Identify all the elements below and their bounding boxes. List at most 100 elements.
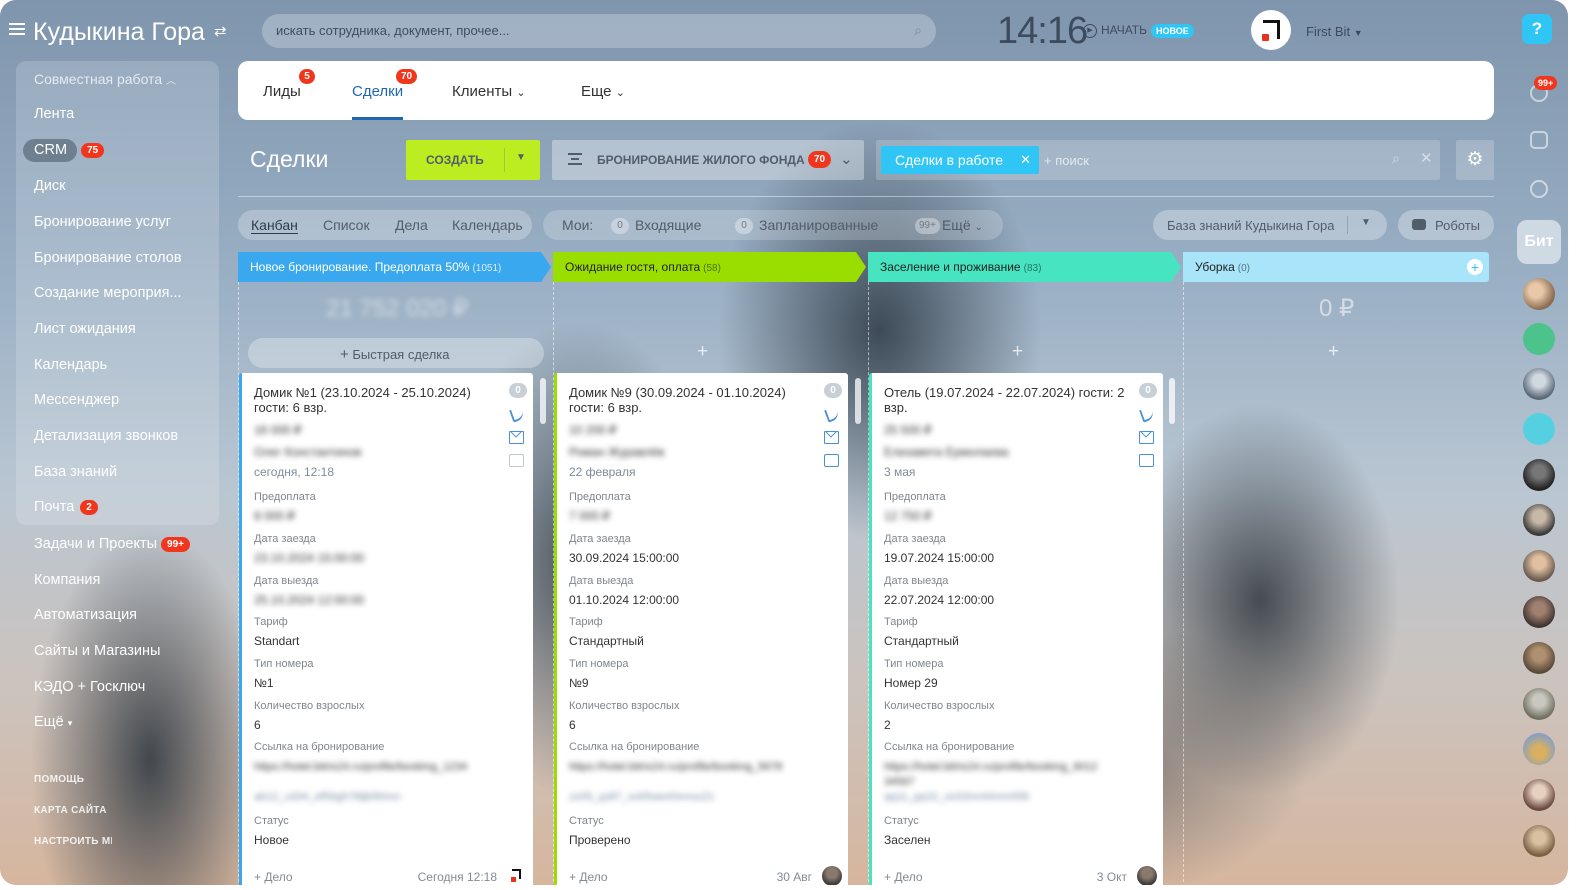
menu-item-kedo[interactable]: КЭДО + Госключ [34,679,149,695]
search-icon[interactable] [1530,180,1548,198]
counter-planned[interactable]: 0 Запланированные [735,217,878,235]
chat-icon[interactable] [824,454,839,467]
menu-item-feed[interactable]: Лента [34,106,74,122]
add-deal-icon[interactable]: + [697,341,708,363]
stage-cleaning[interactable]: Уборка (0) + [1183,252,1489,282]
chat-icon[interactable] [1530,131,1548,149]
deal-title[interactable]: Домик №1 (23.10.2024 - 25.10.2024) гости… [254,385,498,415]
menu-item-tasks[interactable]: Задачи и Проекты 99+ [34,536,190,552]
menu-item-automation[interactable]: Автоматизация [34,607,137,623]
view-activities[interactable]: Дела [395,217,428,233]
contact-avatar[interactable] [1523,459,1555,491]
phone-icon[interactable] [509,408,524,421]
chat-icon[interactable] [1139,454,1154,467]
stage-checkin[interactable]: Заселение и проживание (83) [868,252,1181,282]
column-scrollbar[interactable] [1169,378,1175,424]
user-menu[interactable]: First Bit ▼ [1306,24,1363,39]
menu-section-collab[interactable]: Совместная работа ︿ [34,71,176,87]
mail-icon[interactable] [1139,431,1154,444]
clear-icon[interactable]: ✕ [1420,149,1433,167]
create-button[interactable]: СОЗДАТЬ ▼ [406,140,540,180]
responsible-avatar[interactable] [1137,866,1157,885]
contact-avatar[interactable] [1523,550,1555,582]
responsible-avatar[interactable] [507,866,527,885]
filter-search-input[interactable]: + поиск [1044,153,1089,168]
menu-item-knowledge-base[interactable]: База знаний [34,464,117,480]
tab-deals[interactable]: Сделки 70 [352,69,418,100]
add-task-link[interactable]: + Дело [569,870,608,884]
contact-avatar[interactable] [1523,779,1555,811]
search-icon[interactable]: ⌕ [1392,150,1400,167]
deal-card[interactable]: Отель (19.07.2024 - 22.07.2024) гости: 2… [869,373,1163,885]
counter-more[interactable]: 99+ Ещё ⌄ [915,217,983,235]
stage-awaiting-guest[interactable]: Ожидание гостя, оплата (58) [553,252,866,282]
menu-item-calendar[interactable]: Календарь [34,357,107,373]
add-task-link[interactable]: + Дело [884,870,923,884]
portal-name[interactable]: Кудыкина Гора [33,18,205,47]
phone-icon[interactable] [824,408,839,421]
column-scrollbar[interactable] [855,378,861,424]
menu-item-company[interactable]: Компания [34,572,100,588]
chevron-down-icon[interactable]: ▼ [1361,217,1371,228]
tab-more[interactable]: Еще ⌄ [581,83,625,100]
help-button[interactable]: ? [1522,14,1552,44]
contact-avatar[interactable] [1523,504,1555,536]
menu-item-waitlist[interactable]: Лист ожидания [34,321,136,337]
menu-burger-icon[interactable] [9,23,25,35]
menu-item-disk[interactable]: Диск [34,178,66,194]
responsible-avatar[interactable] [822,866,842,885]
filter-search-box[interactable]: Сделки в работе ✕ + поиск ⌕ ✕ [876,140,1440,180]
mail-icon[interactable] [824,431,839,444]
company-logo-avatar[interactable] [1251,10,1291,50]
search-icon[interactable]: ⌕ [914,22,922,39]
robots-button[interactable]: Роботы [1398,210,1494,240]
messages-icon[interactable] [1523,413,1555,445]
configure-menu-link[interactable]: НАСТРОИТЬ МЕНЮ [34,836,112,847]
column-scrollbar[interactable] [540,378,546,424]
tab-leads[interactable]: Лиды 5 [263,69,315,100]
counter-inbox[interactable]: 0 Входящие [611,217,701,235]
booking-link-hidden[interactable]: zz09_yy87_xx65ww43vvuu21 [569,791,715,803]
filter-chip[interactable]: Сделки в работе ✕ [881,146,1040,174]
mail-icon[interactable] [509,431,524,444]
help-link[interactable]: ПОМОЩЬ [34,774,84,785]
knowledge-base-selector[interactable]: База знаний Кудыкина Гора ▼ [1153,210,1387,240]
contact-avatar[interactable] [1523,278,1555,310]
view-list[interactable]: Список [323,217,370,233]
menu-item-crm[interactable]: CRM 75 [34,142,105,158]
contact-avatar[interactable] [1523,688,1555,720]
contact-avatar[interactable] [1523,733,1555,765]
contact-avatar[interactable] [1523,596,1555,628]
sitemap-link[interactable]: КАРТА САЙТА [34,805,107,816]
menu-item-service-booking[interactable]: Бронирование услуг [34,214,171,230]
booking-link-hidden[interactable]: https://hotel.bitrix24.ru/profile/bookin… [569,761,782,773]
start-workday-button[interactable]: ▶ НАЧАТЬ НОВОЕ [1083,23,1194,38]
quick-deal-button[interactable]: + Быстрая сделка [248,338,544,368]
bit-app-icon[interactable]: Бит [1517,220,1561,264]
booking-link-hidden[interactable]: https://hotel.bitrix24.ru/profile/bookin… [884,761,1097,773]
swap-icon[interactable]: ⇄ [214,22,227,40]
contact-avatar[interactable] [1523,368,1555,400]
chevron-down-icon[interactable]: ▼ [516,152,526,163]
add-stage-icon[interactable]: + [1467,259,1483,275]
menu-item-create-event[interactable]: Создание мероприя... [34,285,182,301]
booking-link-hidden[interactable]: https://hotel.bitrix24.ru/profile/bookin… [254,761,467,773]
client-link-hidden[interactable]: Олег Константинов [254,445,361,459]
deal-card[interactable]: Домик №9 (30.09.2024 - 01.10.2024) гости… [554,373,848,885]
view-calendar[interactable]: Календарь [452,217,523,233]
contact-avatar[interactable] [1523,825,1555,857]
contact-avatar[interactable] [1523,642,1555,674]
menu-item-messenger[interactable]: Мессенджер [34,392,119,408]
add-task-link[interactable]: + Дело [254,870,293,884]
stage-new-booking[interactable]: Новое бронирование. Предоплата 50% (1051) [238,252,551,282]
category-selector[interactable]: БРОНИРОВАНИЕ ЖИЛОГО ФОНДА 70 ⌄ [552,140,864,180]
booking-link-hidden[interactable]: qq11_pp22_oo33nn44mm55ll [884,791,1029,803]
menu-item-sites[interactable]: Сайты и Магазины [34,643,162,659]
chat-icon[interactable] [509,454,524,467]
view-kanban[interactable]: Канбан [251,217,298,234]
phone-icon[interactable] [1139,408,1154,421]
global-search[interactable]: искать сотрудника, документ, прочее... ⌕ [262,14,936,48]
close-icon[interactable]: ✕ [1020,146,1031,174]
menu-item-table-booking[interactable]: Бронирование столов [34,250,182,266]
client-link-hidden[interactable]: Елизавета Ермолаева [884,445,1008,459]
